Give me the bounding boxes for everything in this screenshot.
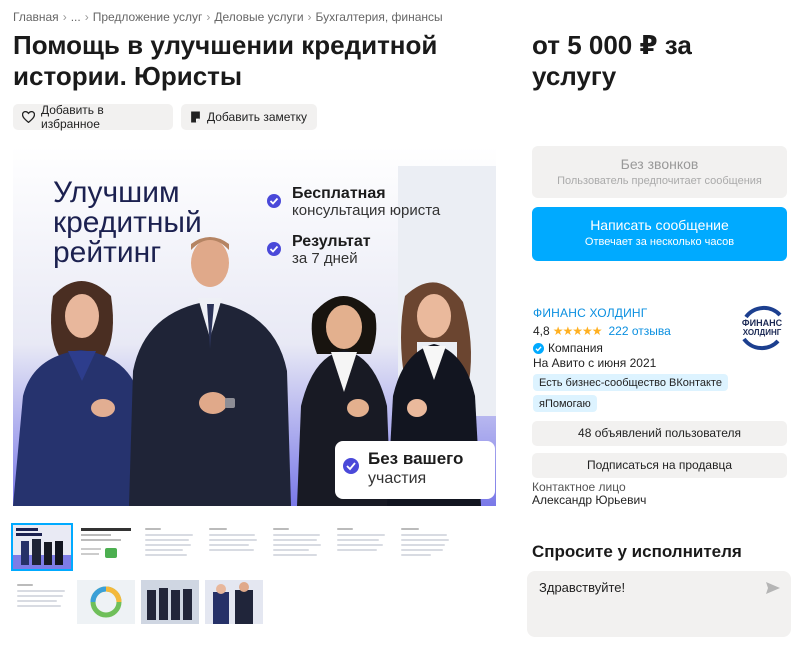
vk-community-badge[interactable]: Есть бизнес-сообщество ВКонтакте: [533, 374, 728, 391]
thumbnail-5[interactable]: [269, 524, 327, 568]
heart-icon: [22, 111, 35, 123]
photo-benefit-1: консультация юриста: [292, 202, 441, 219]
photo-badge: Без вашего участия: [335, 441, 495, 499]
ask-section-title: Спросите у исполнителя: [532, 542, 742, 561]
write-message-title: Написать сообщение: [590, 217, 729, 233]
photo-thumbnails: [11, 523, 496, 634]
photo-headline-3: рейтинг: [53, 236, 161, 269]
seller-logo[interactable]: ФИНАНС ХОЛДИНГ: [738, 303, 786, 351]
note-icon: [191, 111, 200, 123]
thumbnail-3[interactable]: [141, 524, 199, 568]
subscribe-seller-button[interactable]: Подписаться на продавца: [532, 453, 787, 478]
thumbnail-8[interactable]: [13, 580, 71, 624]
logo-text-2: ХОЛДИНГ: [743, 328, 782, 337]
photo-headline-1: Улучшим: [53, 176, 180, 209]
breadcrumb-item-ellipsis[interactable]: ...: [71, 10, 81, 24]
check-badge-icon: [267, 242, 281, 256]
thumbnail-7[interactable]: [397, 524, 455, 568]
photo-benefit-1-bold: Бесплатная: [292, 185, 386, 202]
no-calls-subtitle: Пользователь предпочитает сообщения: [557, 175, 762, 187]
rating-value: 4,8: [533, 324, 550, 338]
listing-title: Помощь в улучшении кредитной истории. Юр…: [13, 30, 438, 91]
breadcrumb-item-business[interactable]: Деловые услуги: [214, 10, 303, 24]
rating-stars-icon: ★★★★★: [552, 324, 603, 338]
photo-badge-bold: Без вашего: [368, 449, 463, 468]
listing-price: от 5 000 ₽ за услугу: [532, 30, 692, 91]
message-input-text: Здравствуйте!: [539, 580, 626, 595]
breadcrumb-separator: ›: [84, 10, 89, 24]
send-icon: [766, 582, 780, 594]
verified-check-icon: [533, 342, 544, 354]
check-badge-icon: [267, 194, 281, 208]
thumbnail-10[interactable]: [141, 580, 199, 624]
breadcrumb-separator: ›: [307, 10, 312, 24]
thumbnail-9[interactable]: [77, 580, 135, 624]
message-input[interactable]: Здравствуйте!: [527, 571, 791, 637]
seller-rating: 4,8 ★★★★★ 222 отзыва: [533, 324, 671, 338]
breadcrumb-item-home[interactable]: Главная: [13, 10, 59, 24]
avito-watermark: Avito: [433, 478, 464, 494]
no-calls-button[interactable]: Без звонков Пользователь предпочитает со…: [532, 146, 787, 198]
thumbnail-11[interactable]: [205, 580, 263, 624]
photo-benefit-2: за 7 дней: [292, 250, 358, 267]
thumbnail-4[interactable]: [205, 524, 263, 568]
thumbnail-6[interactable]: [333, 524, 391, 568]
add-to-favorites-button[interactable]: Добавить в избранное: [13, 103, 173, 131]
seller-type-label: Компания: [548, 341, 603, 355]
photo-headline-2: кредитный: [53, 206, 202, 239]
thumbnail-1[interactable]: [11, 523, 73, 571]
photo-benefit-2-bold: Результат: [292, 233, 371, 250]
seller-name[interactable]: ФИНАНС ХОЛДИНГ: [533, 306, 647, 320]
write-message-button[interactable]: Написать сообщение Отвечает за несколько…: [532, 207, 787, 261]
add-note-button[interactable]: Добавить заметку: [181, 104, 317, 130]
logo-text-1: ФИНАНС: [742, 318, 783, 328]
note-label: Добавить заметку: [207, 110, 307, 124]
listing-photo-art: Улучшим кредитный рейтинг Бесплатная кон…: [13, 146, 496, 506]
photo-badge-text: участия: [368, 470, 426, 487]
breadcrumb-separator: ›: [206, 10, 211, 24]
seller-type: Компания: [533, 341, 603, 355]
thumbnail-2[interactable]: [77, 524, 135, 568]
reviews-link[interactable]: 222 отзыва: [608, 324, 670, 338]
breadcrumb-item-accounting[interactable]: Бухгалтерия, финансы: [316, 10, 443, 24]
send-button[interactable]: [765, 581, 781, 600]
favorite-label: Добавить в избранное: [41, 103, 104, 131]
ya-pomogayu-badge[interactable]: яПомогаю: [533, 395, 597, 412]
contact-person-name: Александр Юрьевич: [532, 493, 647, 507]
write-message-subtitle: Отвечает за несколько часов: [584, 236, 735, 248]
seller-since: На Авито с июня 2021: [533, 356, 657, 370]
main-photo[interactable]: Улучшим кредитный рейтинг Бесплатная кон…: [13, 146, 496, 506]
contact-person-label: Контактное лицо: [532, 480, 626, 494]
seller-ads-button[interactable]: 48 объявлений пользователя: [532, 421, 787, 446]
breadcrumb-separator: ›: [62, 10, 67, 24]
no-calls-title: Без звонков: [620, 156, 699, 172]
breadcrumb-item-services[interactable]: Предложение услуг: [93, 10, 203, 24]
breadcrumb: Главная ›... › Предложение услуг › Деловые ус…: [13, 10, 443, 24]
